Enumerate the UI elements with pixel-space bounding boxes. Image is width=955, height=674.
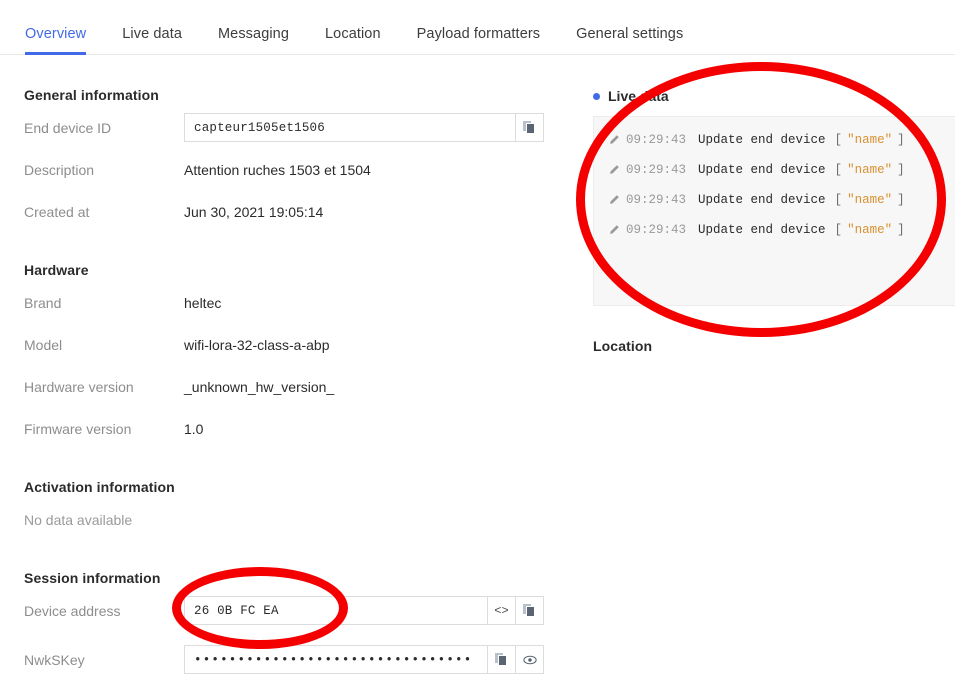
live-data-timestamp: 09:29:43 xyxy=(626,163,687,177)
end-device-id-label: End device ID xyxy=(24,119,112,136)
row-created-at: Created at Jun 30, 2021 19:05:14 xyxy=(0,204,585,220)
description-value: Attention ruches 1503 et 1504 xyxy=(184,162,371,178)
tab-location[interactable]: Location xyxy=(307,26,399,55)
live-data-bracket-open: [ xyxy=(834,223,843,237)
general-information-heading: General information xyxy=(24,87,159,103)
device-address-input[interactable]: 26 0B FC EA xyxy=(185,597,487,624)
live-data-message: Update end device xyxy=(698,223,826,237)
model-label: Model xyxy=(24,337,63,353)
row-firmware-version: Firmware version 1.0 xyxy=(0,421,585,437)
description-label: Description xyxy=(24,162,95,178)
overview-content: General information End device ID capteu… xyxy=(0,55,955,674)
created-at-label: Created at xyxy=(24,204,90,220)
live-data-row[interactable]: 09:29:43 Update end device [ "name" ] xyxy=(594,155,955,185)
live-data-bracket-open: [ xyxy=(834,163,843,177)
tab-general-settings-label: General settings xyxy=(576,26,684,42)
tab-overview-label: Overview xyxy=(25,26,87,42)
copy-icon xyxy=(495,653,508,666)
row-hardware-version: Hardware version _unknown_hw_version_ xyxy=(0,379,585,395)
copy-icon xyxy=(523,121,536,134)
eye-icon xyxy=(522,655,537,664)
pencil-icon xyxy=(608,134,626,146)
tab-bar: Overview Live data Messaging Location Pa… xyxy=(0,0,955,55)
firmware-version-label: Firmware version xyxy=(24,421,132,437)
device-address-copy-button[interactable] xyxy=(515,597,543,624)
brand-value: heltec xyxy=(184,295,222,311)
live-data-bracket-close: ] xyxy=(897,223,905,237)
session-information-heading: Session information xyxy=(24,570,161,586)
end-device-id-copy-button[interactable] xyxy=(515,114,543,141)
tab-live-data-label: Live data xyxy=(122,26,182,42)
live-status-dot-icon xyxy=(593,92,600,100)
tab-location-label: Location xyxy=(325,26,381,42)
brand-label: Brand xyxy=(24,295,62,311)
tab-payload-formatters[interactable]: Payload formatters xyxy=(399,26,559,55)
live-data-timestamp: 09:29:43 xyxy=(626,223,687,237)
live-data-message: Update end device xyxy=(698,193,826,207)
row-brand: Brand heltec xyxy=(0,295,585,311)
tab-messaging-label: Messaging xyxy=(217,26,290,42)
code-icon: <> xyxy=(494,603,509,618)
row-end-device-id: End device ID capteur1505et1506 xyxy=(0,113,585,142)
live-data-title: Live data xyxy=(608,88,669,104)
nwkskey-input[interactable]: •••••••••••••••••••••••••••••••• xyxy=(185,646,487,673)
pencil-icon xyxy=(608,194,626,206)
hardware-version-value: _unknown_hw_version_ xyxy=(184,379,335,395)
created-at-value: Jun 30, 2021 19:05:14 xyxy=(184,204,324,220)
row-model: Model wifi-lora-32-class-a-abp xyxy=(0,337,585,353)
live-data-field-name: "name" xyxy=(847,193,893,207)
live-data-message: Update end device xyxy=(698,163,826,177)
model-value: wifi-lora-32-class-a-abp xyxy=(184,337,330,353)
live-data-header: Live data xyxy=(593,88,669,104)
device-address-input-group: 26 0B FC EA <> xyxy=(184,596,544,625)
device-address-label: Device address xyxy=(24,602,121,619)
end-device-id-input-group: capteur1505et1506 xyxy=(184,113,544,142)
copy-icon xyxy=(523,604,536,617)
live-data-bracket-close: ] xyxy=(897,193,905,207)
nwkskey-input-group: •••••••••••••••••••••••••••••••• xyxy=(184,645,544,674)
live-data-bracket-open: [ xyxy=(834,133,843,147)
row-nwkskey: NwkSKey •••••••••••••••••••••••••••••••• xyxy=(0,645,585,674)
live-data-bracket-close: ] xyxy=(897,133,905,147)
live-data-message: Update end device xyxy=(698,133,826,147)
end-device-id-input[interactable]: capteur1505et1506 xyxy=(185,114,515,141)
firmware-version-value: 1.0 xyxy=(184,421,204,437)
pencil-icon xyxy=(608,224,626,236)
tab-list: Overview Live data Messaging Location Pa… xyxy=(0,0,955,55)
live-data-bracket-close: ] xyxy=(897,163,905,177)
live-data-field-name: "name" xyxy=(847,133,893,147)
live-data-field-name: "name" xyxy=(847,163,893,177)
live-data-timestamp: 09:29:43 xyxy=(626,133,687,147)
hardware-version-label: Hardware version xyxy=(24,379,134,395)
nwkskey-reveal-button[interactable] xyxy=(515,646,543,673)
device-address-code-toggle-button[interactable]: <> xyxy=(487,597,515,624)
live-data-timestamp: 09:29:43 xyxy=(626,193,687,207)
row-device-address: Device address 26 0B FC EA <> xyxy=(0,596,585,625)
pencil-icon xyxy=(608,164,626,176)
live-data-row[interactable]: 09:29:43 Update end device [ "name" ] xyxy=(594,215,955,245)
tab-live-data[interactable]: Live data xyxy=(104,26,200,55)
tab-messaging[interactable]: Messaging xyxy=(200,26,307,55)
row-description: Description Attention ruches 1503 et 150… xyxy=(0,162,585,178)
nwkskey-copy-button[interactable] xyxy=(487,646,515,673)
live-data-row[interactable]: 09:29:43 Update end device [ "name" ] xyxy=(594,125,955,155)
location-heading: Location xyxy=(593,338,653,354)
hardware-heading: Hardware xyxy=(24,262,89,278)
tab-payload-formatters-label: Payload formatters xyxy=(416,26,541,42)
live-data-field-name: "name" xyxy=(847,223,893,237)
live-data-panel[interactable]: 09:29:43 Update end device [ "name" ] 09… xyxy=(593,116,955,306)
tab-general-settings[interactable]: General settings xyxy=(558,26,701,55)
live-data-row[interactable]: 09:29:43 Update end device [ "name" ] xyxy=(594,185,955,215)
activation-information-empty: No data available xyxy=(24,512,133,528)
tab-overview[interactable]: Overview xyxy=(25,26,104,55)
activation-information-heading: Activation information xyxy=(24,479,175,495)
live-data-bracket-open: [ xyxy=(834,193,843,207)
